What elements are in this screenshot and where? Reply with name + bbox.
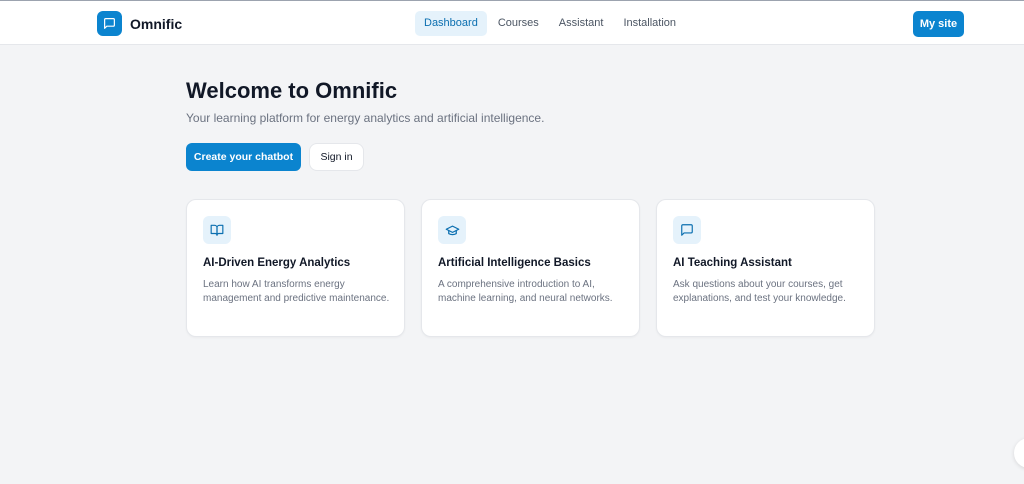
card-description: Ask questions about your courses, get ex… (673, 279, 846, 304)
nav-item-courses[interactable]: Courses (489, 11, 548, 36)
card-title: Artificial Intelligence Basics (438, 257, 591, 269)
top-navigation-bar: Omnific Dashboard Courses Assistant Inst… (0, 0, 1024, 45)
chat-bubble-icon (673, 216, 701, 244)
nav-item-dashboard[interactable]: Dashboard (415, 11, 487, 36)
page-subtitle: Your learning platform for energy analyt… (186, 111, 545, 125)
nav-item-assistant[interactable]: Assistant (550, 11, 613, 36)
nav-item-installation[interactable]: Installation (614, 11, 685, 36)
graduation-cap-icon (438, 216, 466, 244)
chat-bubble-icon (97, 11, 122, 36)
create-chatbot-button[interactable]: Create your chatbot (186, 143, 301, 171)
course-card-ai-basics[interactable]: Artificial Intelligence Basics A compreh… (421, 199, 640, 337)
brand[interactable]: Omnific (97, 11, 182, 36)
card-description: A comprehensive introduction to AI, mach… (438, 279, 613, 304)
card-title: AI Teaching Assistant (673, 257, 792, 269)
card-description: Learn how AI transforms energy managemen… (203, 279, 390, 304)
page-title: Welcome to Omnific (186, 78, 398, 103)
course-card-teaching-assistant[interactable]: AI Teaching Assistant Ask questions abou… (656, 199, 875, 337)
open-book-icon (203, 216, 231, 244)
floating-chat-launcher[interactable] (1014, 438, 1024, 468)
sign-in-button[interactable]: Sign in (309, 143, 364, 171)
card-title: AI-Driven Energy Analytics (203, 257, 351, 269)
course-card-energy-analytics[interactable]: AI-Driven Energy Analytics Learn how AI … (186, 199, 405, 337)
main-nav: Dashboard Courses Assistant Installation (415, 11, 687, 36)
my-site-button[interactable]: My site (913, 11, 964, 37)
brand-name: Omnific (130, 15, 183, 32)
